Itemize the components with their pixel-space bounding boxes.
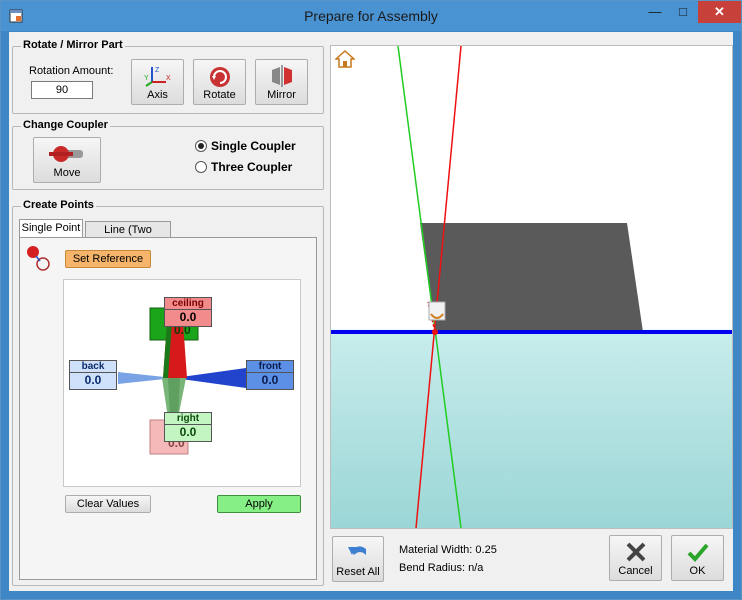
svg-text:Y: Y	[144, 75, 149, 82]
axis-button[interactable]: Z X Y Axis	[131, 59, 184, 105]
ok-button[interactable]: OK	[671, 535, 724, 581]
clear-values-button[interactable]: Clear Values	[65, 495, 151, 513]
svg-text:Z: Z	[155, 67, 160, 74]
home-icon[interactable]	[335, 49, 355, 69]
reset-all-button[interactable]: Reset All	[332, 536, 384, 582]
mirror-label: Mirror	[267, 89, 296, 101]
window-title: Prepare for Assembly	[304, 8, 438, 24]
ceiling-value[interactable]: 0.0	[165, 309, 211, 325]
undo-arrow-icon	[348, 546, 366, 555]
rotate-label: Rotate	[203, 89, 236, 101]
right-offset[interactable]: right 0.0	[164, 412, 212, 442]
ceiling-offset[interactable]: ceiling 0.0	[164, 297, 212, 327]
rotation-amount-label: Rotation Amount:	[29, 65, 114, 77]
axis-icon: Z X Y	[144, 67, 171, 87]
mirror-button[interactable]: Mirror	[255, 59, 308, 105]
tab-single-point[interactable]: Single Point	[19, 219, 83, 238]
single-point-panel: Set Reference 0.0 0.0 ceiling 0.0 back 0…	[19, 237, 317, 580]
back-value[interactable]: 0.0	[70, 372, 116, 388]
single-coupler-radio[interactable]	[195, 140, 207, 152]
rotate-mirror-group: Rotate / Mirror Part Rotation Amount: 90…	[12, 39, 324, 114]
set-reference-button[interactable]: Set Reference	[65, 250, 151, 268]
move-label: Move	[53, 167, 81, 179]
change-coupler-group: Change Coupler Move Single Coupler Three…	[12, 119, 324, 190]
reference-point-icon	[27, 246, 50, 271]
front-label: front	[258, 361, 282, 372]
ceiling-label: ceiling	[172, 298, 204, 309]
single-coupler-label[interactable]: Single Coupler	[211, 139, 296, 153]
viewport-scene[interactable]	[331, 46, 732, 528]
cancel-button[interactable]: Cancel	[609, 535, 662, 581]
close-button[interactable]: ✕	[698, 1, 741, 23]
rotate-button[interactable]: Rotate	[193, 59, 246, 105]
back-offset[interactable]: back 0.0	[69, 360, 117, 390]
front-offset[interactable]: front 0.0	[246, 360, 294, 390]
front-value[interactable]: 0.0	[247, 372, 293, 388]
direction-offset-diagram: 0.0 0.0 ceiling 0.0 back 0.0 front 0.0 r…	[63, 279, 301, 487]
app-window: Prepare for Assembly — □ ✕ Rotate / Mirr…	[0, 0, 742, 600]
group-title: Create Points	[21, 199, 96, 211]
bend-radius-text: Bend Radius: n/a	[399, 562, 484, 574]
axis-label: Axis	[147, 89, 168, 101]
ok-label: OK	[689, 565, 706, 577]
group-title: Rotate / Mirror Part	[21, 39, 125, 51]
three-coupler-label[interactable]: Three Coupler	[211, 160, 292, 174]
3d-viewport[interactable]	[330, 45, 733, 529]
create-points-group: Create Points Single Point Line (Two Poi…	[12, 199, 324, 586]
minimize-button[interactable]: —	[641, 1, 669, 23]
back-label: back	[81, 361, 105, 372]
dialog-body: Rotate / Mirror Part Rotation Amount: 90…	[9, 32, 733, 591]
checkmark-icon	[687, 543, 709, 562]
maximize-button[interactable]: □	[669, 1, 697, 23]
move-button[interactable]: Move	[33, 137, 101, 183]
three-coupler-radio[interactable]	[195, 161, 207, 173]
reset-all-label: Reset All	[336, 566, 380, 578]
rotate-icon	[209, 67, 230, 87]
group-title: Change Coupler	[21, 119, 110, 131]
apply-button[interactable]: Apply	[217, 495, 301, 513]
coupler-move-icon	[49, 146, 83, 162]
cancel-label: Cancel	[618, 565, 653, 577]
rotation-amount-input[interactable]: 90	[31, 81, 93, 99]
material-width-text: Material Width: 0.25	[399, 544, 497, 556]
mirror-icon	[271, 65, 292, 87]
title-bar[interactable]: Prepare for Assembly — □ ✕	[1, 1, 741, 31]
svg-text:X: X	[166, 75, 171, 82]
right-label: right	[176, 413, 200, 424]
tab-line-two-points[interactable]: Line (Two Points)	[85, 221, 171, 252]
right-value[interactable]: 0.0	[165, 424, 211, 440]
cancel-x-icon	[626, 542, 645, 562]
